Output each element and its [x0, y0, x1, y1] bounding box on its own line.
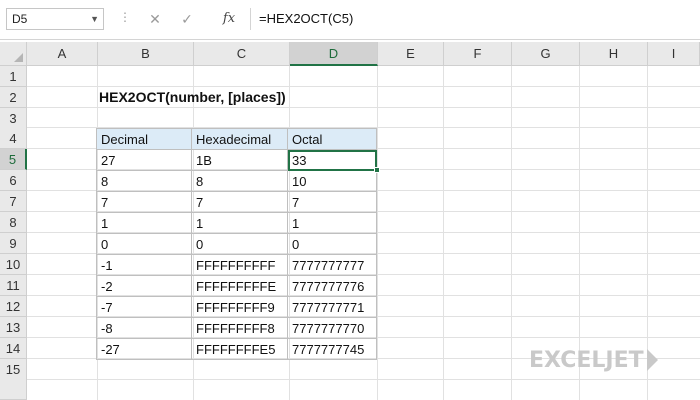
table-row: 7 7 7 — [96, 191, 377, 213]
chevron-down-icon[interactable]: ▼ — [90, 9, 99, 29]
table-row: -7 FFFFFFFFF9 7777777771 — [96, 296, 377, 318]
cell-octal[interactable]: 7777777770 — [287, 317, 377, 339]
row-header-7[interactable]: 7 — [0, 191, 27, 212]
more-options-icon[interactable]: ⋮ — [119, 10, 131, 24]
cell-decimal[interactable]: 27 — [96, 149, 192, 171]
header-octal[interactable]: Octal — [287, 128, 377, 150]
cell-hexadecimal[interactable]: 7 — [191, 191, 288, 213]
cell-hexadecimal[interactable]: 1B — [191, 149, 288, 171]
gridline — [27, 379, 700, 380]
cell-octal[interactable]: 10 — [287, 170, 377, 192]
cell-decimal[interactable]: -7 — [96, 296, 192, 318]
header-decimal[interactable]: Decimal — [96, 128, 192, 150]
name-box[interactable]: D5 ▼ — [6, 8, 104, 30]
table-row: 0 0 0 — [96, 233, 377, 255]
logo-arrow-icon — [646, 349, 658, 371]
column-header-b[interactable]: B — [98, 42, 194, 66]
cell-hexadecimal[interactable]: 8 — [191, 170, 288, 192]
header-hexadecimal[interactable]: Hexadecimal — [191, 128, 288, 150]
cell-octal[interactable]: 0 — [287, 233, 377, 255]
cell-hexadecimal[interactable]: FFFFFFFFE5 — [191, 338, 288, 360]
cell-decimal[interactable]: 7 — [96, 191, 192, 213]
name-box-value: D5 — [12, 12, 28, 26]
cell-octal-selected[interactable]: 33 — [287, 149, 377, 171]
table-row: 8 8 10 — [96, 170, 377, 192]
cell-octal[interactable]: 7777777776 — [287, 275, 377, 297]
row-header-5[interactable]: 5 — [0, 149, 27, 170]
column-header-a[interactable]: A — [27, 42, 98, 66]
cell-hexadecimal[interactable]: FFFFFFFFFF — [191, 254, 288, 276]
row-header-2[interactable]: 2 — [0, 87, 27, 108]
table-row: -1 FFFFFFFFFF 7777777777 — [96, 254, 377, 276]
cell-octal[interactable]: 1 — [287, 212, 377, 234]
cell-hexadecimal[interactable]: 1 — [191, 212, 288, 234]
gridline — [511, 66, 512, 400]
select-all-icon — [14, 53, 23, 62]
cell-hexadecimal[interactable]: FFFFFFFFFE — [191, 275, 288, 297]
cell-hexadecimal[interactable]: 0 — [191, 233, 288, 255]
cell-hexadecimal[interactable]: FFFFFFFFF8 — [191, 317, 288, 339]
sheet-title[interactable]: HEX2OCT(number, [places]) — [99, 87, 286, 108]
cell-decimal[interactable]: -8 — [96, 317, 192, 339]
cell-octal[interactable]: 7 — [287, 191, 377, 213]
logo-text: EXCELJET — [529, 347, 644, 373]
column-header-h[interactable]: H — [580, 42, 648, 66]
row-header-3[interactable]: 3 — [0, 108, 27, 129]
row-header-14[interactable]: 14 — [0, 338, 27, 359]
table-row: 27 1B 33 — [96, 149, 377, 171]
cell-octal[interactable]: 7777777777 — [287, 254, 377, 276]
insert-function-icon[interactable]: fx — [218, 8, 240, 30]
row-header-1[interactable]: 1 — [0, 66, 27, 87]
table-row: -27 FFFFFFFFE5 7777777745 — [96, 338, 377, 360]
row-header-8[interactable]: 8 — [0, 212, 27, 233]
fill-handle[interactable] — [374, 167, 380, 173]
gridline — [377, 66, 378, 400]
column-header-e[interactable]: E — [378, 42, 444, 66]
gridline — [443, 66, 444, 400]
cell-decimal[interactable]: -1 — [96, 254, 192, 276]
formula-bar: D5 ▼ ⋮ ✕ ✓ fx =HEX2OCT(C5) — [0, 0, 700, 40]
table-header-row: Decimal Hexadecimal Octal — [96, 128, 377, 150]
cell-decimal[interactable]: 0 — [96, 233, 192, 255]
exceljet-logo: EXCELJET — [529, 347, 658, 373]
cell-octal[interactable]: 7777777771 — [287, 296, 377, 318]
cell-decimal[interactable]: 8 — [96, 170, 192, 192]
row-header-6[interactable]: 6 — [0, 170, 27, 191]
column-header-f[interactable]: F — [444, 42, 512, 66]
row-header-4[interactable]: 4 — [0, 128, 27, 149]
table-row: -2 FFFFFFFFFE 7777777776 — [96, 275, 377, 297]
row-header-12[interactable]: 12 — [0, 296, 27, 317]
column-headers: A B C D E F G H I — [0, 42, 700, 66]
formula-input[interactable]: =HEX2OCT(C5) — [250, 8, 700, 30]
row-header-9[interactable]: 9 — [0, 233, 27, 254]
table-row: 1 1 1 — [96, 212, 377, 234]
column-header-i[interactable]: I — [648, 42, 700, 66]
column-header-c[interactable]: C — [194, 42, 290, 66]
table-row: -8 FFFFFFFFF8 7777777770 — [96, 317, 377, 339]
row-header-10[interactable]: 10 — [0, 254, 27, 275]
cell-decimal[interactable]: -2 — [96, 275, 192, 297]
row-header-11[interactable]: 11 — [0, 275, 27, 296]
cell-decimal[interactable]: 1 — [96, 212, 192, 234]
cell-hexadecimal[interactable]: FFFFFFFFF9 — [191, 296, 288, 318]
row-header-13[interactable]: 13 — [0, 317, 27, 338]
formula-buttons: ✕ ✓ fx — [132, 8, 248, 30]
row-header-15[interactable]: 15 — [0, 359, 27, 400]
cell-octal[interactable]: 7777777745 — [287, 338, 377, 360]
column-header-d[interactable]: D — [290, 42, 378, 66]
cancel-icon[interactable]: ✕ — [146, 8, 164, 30]
cell-decimal[interactable]: -27 — [96, 338, 192, 360]
column-header-g[interactable]: G — [512, 42, 580, 66]
enter-icon[interactable]: ✓ — [178, 8, 196, 30]
data-table: Decimal Hexadecimal Octal 27 1B 33 8 8 1… — [96, 128, 377, 360]
select-all-button[interactable] — [0, 42, 27, 66]
